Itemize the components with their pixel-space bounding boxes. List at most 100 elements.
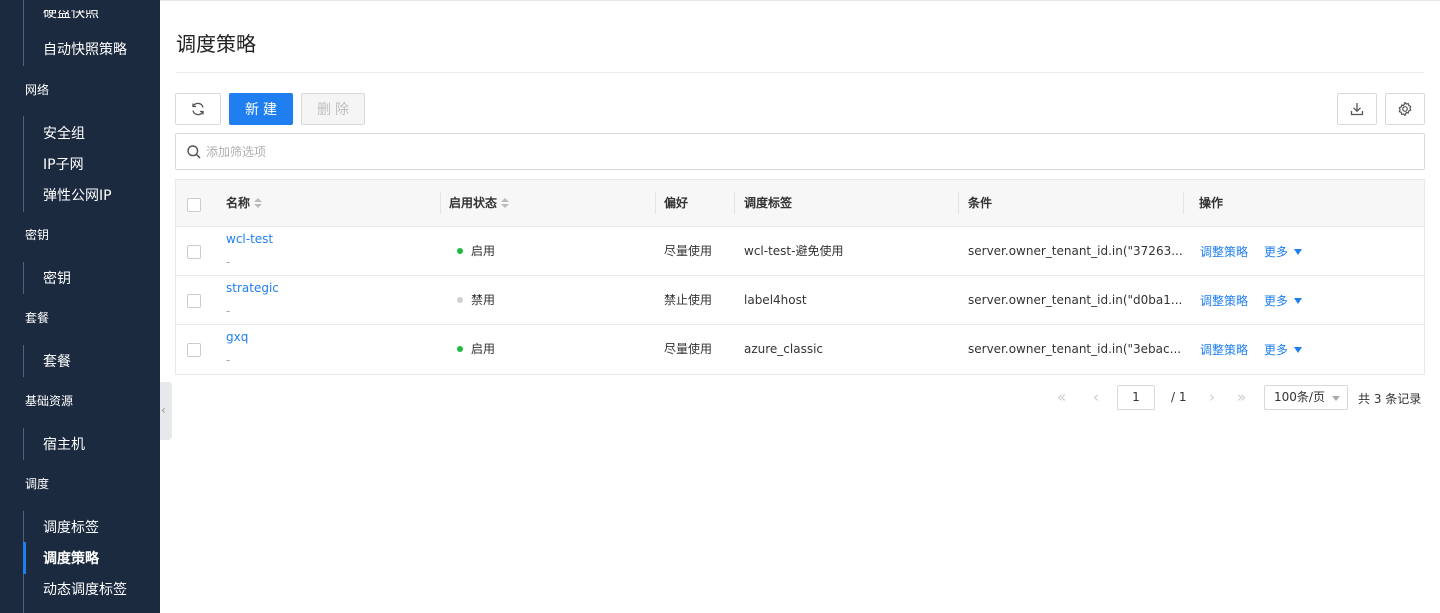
status-dot	[457, 247, 463, 254]
more-menu[interactable]: 更多	[1264, 244, 1303, 260]
row-description: -	[226, 255, 231, 269]
page-title: 调度策略	[176, 32, 256, 56]
row-name-link[interactable]: strategic	[226, 280, 279, 296]
sidebar-group-line	[23, 0, 24, 66]
sidebar-item-sched-policy[interactable]: 调度策略	[43, 549, 99, 569]
column-label: 名称	[226, 196, 251, 210]
row-checkbox[interactable]	[187, 245, 201, 259]
record-count: 共 3 条记录	[1358, 392, 1422, 406]
caret-down-icon	[1294, 297, 1303, 304]
more-menu[interactable]: 更多	[1264, 293, 1303, 309]
delete-button[interactable]: 删除	[301, 93, 365, 125]
sidebar-group-line	[23, 116, 24, 212]
row-preference: 禁止使用	[664, 293, 713, 307]
page-size-label: 100条/页	[1274, 390, 1325, 404]
chevron-left-icon: ‹	[161, 403, 166, 417]
refresh-button[interactable]	[175, 93, 221, 125]
status-badge: 启用	[457, 341, 495, 357]
sidebar-item-eip[interactable]: 弹性公网IP	[43, 186, 112, 206]
status-badge: 启用	[457, 243, 495, 259]
top-border	[160, 0, 1440, 1]
adjust-policy-link[interactable]: 调整策略	[1200, 244, 1248, 260]
column-header-actions: 操作	[1199, 196, 1224, 210]
caret-down-icon	[1294, 346, 1303, 353]
more-label: 更多	[1264, 343, 1289, 357]
sort-icon[interactable]	[254, 197, 263, 210]
page-number-input[interactable]: 1	[1117, 385, 1155, 410]
caret-down-icon	[1294, 248, 1303, 255]
sidebar-item-security-group[interactable]: 安全组	[43, 124, 85, 144]
search-input[interactable]	[206, 142, 1406, 162]
sidebar-item-disk-snapshot[interactable]: 硬盘快照	[43, 10, 99, 28]
title-divider	[176, 72, 1424, 73]
settings-button[interactable]	[1385, 93, 1425, 125]
more-menu[interactable]: 更多	[1264, 342, 1303, 358]
row-sched-tag: azure_classic	[744, 342, 824, 356]
table-row: wcl-test - 启用 尽量使用 wcl-test-避免使用 server.…	[176, 227, 1424, 276]
sidebar-group-line	[23, 345, 24, 377]
row-condition: server.owner_tenant_id.in("d0ba1...	[968, 293, 1183, 307]
gear-icon	[1398, 101, 1412, 117]
column-separator	[440, 192, 441, 214]
sidebar-group-scheduling: 调度	[25, 477, 50, 491]
column-header-sched-tag: 调度标签	[744, 196, 793, 210]
row-checkbox[interactable]	[187, 343, 201, 357]
sidebar-group-package: 套餐	[25, 311, 50, 325]
column-separator	[734, 192, 735, 214]
select-all-checkbox[interactable]	[187, 198, 201, 212]
row-description: -	[226, 304, 231, 318]
last-page-icon[interactable]: »	[1237, 389, 1246, 405]
status-label: 禁用	[471, 293, 496, 307]
sidebar-item-package[interactable]: 套餐	[43, 352, 71, 372]
status-badge: 禁用	[457, 292, 495, 308]
sidebar-item-sched-tag[interactable]: 调度标签	[43, 518, 99, 538]
sidebar-group-keys: 密钥	[25, 228, 50, 242]
sidebar-item-keypair[interactable]: 密钥	[43, 269, 71, 289]
column-header-preference: 偏好	[664, 196, 689, 210]
sidebar: 硬盘快照 自动快照策略 网络 安全组 IP子网 弹性公网IP 密钥 密钥 套餐 …	[0, 0, 160, 613]
sort-icon[interactable]	[501, 197, 510, 210]
table-header: 名称 启用状态 偏好 调度标签 条件 操作	[176, 180, 1424, 227]
refresh-icon	[192, 102, 204, 116]
prev-page-icon[interactable]: ‹	[1093, 389, 1099, 405]
adjust-policy-link[interactable]: 调整策略	[1200, 342, 1248, 358]
next-page-icon[interactable]: ›	[1209, 389, 1215, 405]
sidebar-group-base-resources: 基础资源	[25, 394, 74, 408]
row-checkbox[interactable]	[187, 294, 201, 308]
first-page-icon[interactable]: «	[1057, 389, 1066, 405]
search-icon	[187, 145, 201, 159]
download-button[interactable]	[1337, 93, 1377, 125]
table-row: strategic - 禁用 禁止使用 label4host server.ow…	[176, 276, 1424, 325]
sidebar-item-auto-snapshot[interactable]: 自动快照策略	[43, 40, 127, 60]
sidebar-item-dynamic-sched-tag[interactable]: 动态调度标签	[43, 580, 127, 600]
column-header-status[interactable]: 启用状态	[449, 195, 510, 211]
row-name-link[interactable]: wcl-test	[226, 231, 273, 247]
status-dot	[457, 345, 463, 352]
more-label: 更多	[1264, 294, 1289, 308]
policy-table: 名称 启用状态 偏好 调度标签 条件 操作 wcl-test - 启用 尽量使用…	[175, 179, 1425, 375]
new-button[interactable]: 新建	[229, 93, 293, 125]
sidebar-group-network: 网络	[25, 83, 50, 97]
adjust-policy-link[interactable]: 调整策略	[1200, 293, 1248, 309]
chevron-down-icon	[1332, 396, 1340, 401]
row-name-link[interactable]: gxq	[226, 329, 248, 345]
column-separator	[655, 192, 656, 214]
row-condition: server.owner_tenant_id.in("3ebac...	[968, 342, 1182, 356]
column-header-name[interactable]: 名称	[226, 195, 263, 211]
row-condition: server.owner_tenant_id.in("37263...	[968, 244, 1183, 258]
status-dot	[457, 296, 463, 303]
sidebar-group-line	[23, 428, 24, 460]
row-description: -	[226, 353, 231, 367]
table-row: gxq - 启用 尽量使用 azure_classic server.owner…	[176, 325, 1424, 374]
sidebar-item-host[interactable]: 宿主机	[43, 435, 85, 455]
download-icon	[1350, 103, 1364, 116]
sidebar-collapse-handle[interactable]: ‹	[160, 382, 172, 440]
page-size-select[interactable]: 100条/页	[1264, 385, 1348, 410]
column-header-condition: 条件	[968, 196, 993, 210]
status-label: 启用	[471, 342, 496, 356]
row-sched-tag: wcl-test-避免使用	[744, 244, 844, 258]
filter-search-bar[interactable]	[175, 133, 1425, 170]
row-preference: 尽量使用	[664, 342, 713, 356]
sidebar-item-ip-subnet[interactable]: IP子网	[43, 155, 84, 175]
column-label: 启用状态	[449, 196, 498, 210]
